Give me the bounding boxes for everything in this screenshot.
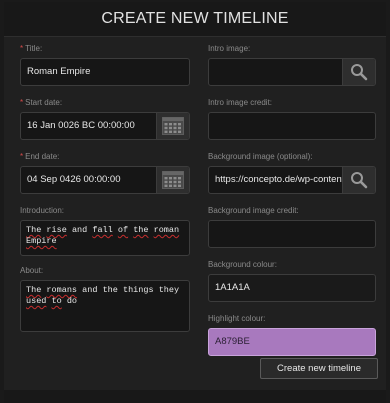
introduction-textarea[interactable]: The rise and fall of the roman Empire <box>20 220 190 256</box>
background-colour-label: Background colour: <box>208 260 277 269</box>
end-date-label: * End date: <box>20 152 60 161</box>
background-image-label: Background image (optional): <box>208 152 313 161</box>
dialog-footer <box>4 390 386 403</box>
title-label: * Title: <box>20 44 43 53</box>
about-label: About: <box>20 266 44 275</box>
background-colour-input[interactable]: 1A1A1A <box>208 274 376 302</box>
required-marker: * <box>20 98 24 107</box>
introduction-label: Introduction: <box>20 206 65 215</box>
background-image-credit-label: Background image credit: <box>208 206 299 215</box>
end-date-value: 04 Sep 0426 00:00:00 <box>27 174 121 185</box>
left-column: * Title: Roman Empire * Start date: 16 Jan… <box>20 44 190 332</box>
search-icon[interactable] <box>342 59 375 85</box>
highlight-colour-input[interactable]: A879BE <box>208 328 376 356</box>
right-column: Intro image: Intro image credit: Backgro… <box>208 44 376 356</box>
create-timeline-button[interactable]: Create new timeline <box>260 358 378 379</box>
start-date-label: * Start date: <box>20 98 63 107</box>
background-image-credit-input[interactable] <box>208 220 376 248</box>
background-image-value: https://concepto.de/wp-content/up <box>215 174 358 185</box>
start-date-input[interactable]: 16 Jan 0026 BC 00:00:00 <box>20 112 190 140</box>
background-image-input[interactable]: https://concepto.de/wp-content/up <box>208 166 376 194</box>
intro-image-input[interactable] <box>208 58 376 86</box>
required-marker: * <box>20 44 24 53</box>
end-date-input[interactable]: 04 Sep 0426 00:00:00 <box>20 166 190 194</box>
create-timeline-dialog: CREATE NEW TIMELINE * Title: Roman Empire… <box>4 2 386 403</box>
title-input[interactable]: Roman Empire <box>20 58 190 86</box>
intro-image-credit-label: Intro image credit: <box>208 98 273 107</box>
intro-image-label: Intro image: <box>208 44 251 53</box>
calendar-icon[interactable] <box>156 113 189 139</box>
calendar-icon[interactable] <box>156 167 189 193</box>
intro-image-credit-input[interactable] <box>208 112 376 140</box>
required-marker: * <box>20 152 24 161</box>
highlight-colour-label: Highlight colour: <box>208 314 266 323</box>
about-textarea[interactable]: The romans and the things they used to do <box>20 280 190 332</box>
search-icon[interactable] <box>342 167 375 193</box>
dialog-title: CREATE NEW TIMELINE <box>4 2 386 37</box>
start-date-value: 16 Jan 0026 BC 00:00:00 <box>27 120 135 131</box>
